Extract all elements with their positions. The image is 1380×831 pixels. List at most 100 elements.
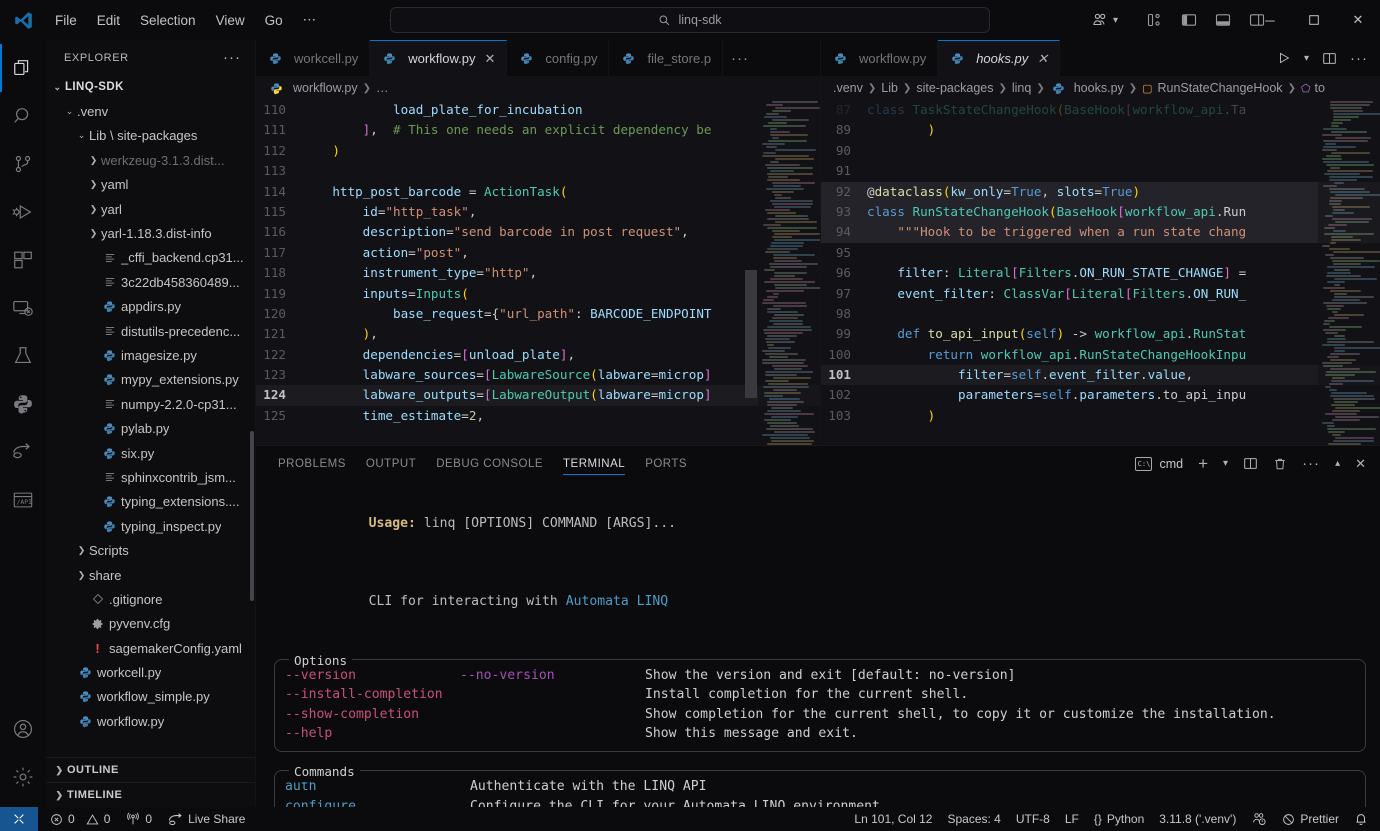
tree-file[interactable]: pyvenv.cfg: [46, 612, 255, 636]
menu-more[interactable]: ⋯: [294, 9, 326, 31]
chevron-down-icon[interactable]: ▾: [1223, 458, 1228, 469]
status-prettier[interactable]: Prettier: [1282, 812, 1339, 826]
tree-file[interactable]: appdirs.py: [46, 295, 255, 319]
activitybar-run-and-debug[interactable]: [0, 188, 46, 236]
tree-folder[interactable]: ⌄.venv: [46, 99, 255, 123]
code-editor-right[interactable]: 87class TaskStateChangeHook(BaseHook[wor…: [821, 100, 1380, 445]
chevron-right-icon[interactable]: ❯: [86, 204, 101, 215]
editor-tab[interactable]: workcell.py: [256, 40, 370, 76]
status-interpreter[interactable]: 3.11.8 ('.venv'): [1159, 812, 1236, 826]
tree-folder[interactable]: ❯werkzeug-3.1.3.dist...: [46, 148, 255, 172]
tree-file[interactable]: numpy-2.2.0-cp31...: [46, 392, 255, 416]
toggle-panel-icon[interactable]: [1215, 12, 1231, 28]
status-encoding[interactable]: UTF-8: [1016, 812, 1050, 826]
status-notifications[interactable]: [1354, 812, 1368, 826]
tree-folder[interactable]: ❯yarl: [46, 197, 255, 221]
tree-file[interactable]: workcell.py: [46, 660, 255, 684]
tree-folder[interactable]: ❯share: [46, 563, 255, 587]
file-tree[interactable]: ⌄LINQ-SDK⌄.venv⌄Lib \ site-packages❯werk…: [46, 75, 255, 757]
breadcrumb-segment[interactable]: ⬠to: [1301, 81, 1325, 95]
description-link[interactable]: Automata LINQ: [566, 594, 668, 609]
tree-file[interactable]: workflow.py: [46, 709, 255, 733]
run-icon[interactable]: [1277, 51, 1291, 65]
activitybar-python[interactable]: [0, 380, 46, 428]
split-terminal-icon[interactable]: [1243, 456, 1258, 471]
activity-bar[interactable]: /API: [0, 40, 46, 807]
tree-file[interactable]: imagesize.py: [46, 343, 255, 367]
activitybar-extensions[interactable]: [0, 236, 46, 284]
editor-tab[interactable]: workflow.py: [821, 40, 938, 76]
editor-tab[interactable]: file_store.p: [609, 40, 723, 76]
tree-file[interactable]: .gitignore: [46, 587, 255, 611]
panel-tab-bar[interactable]: PROBLEMSOUTPUTDEBUG CONSOLETERMINALPORTS…: [256, 446, 1380, 481]
editor-scrollbar-left[interactable]: [745, 270, 757, 398]
tree-folder[interactable]: ❯yarl-1.18.3.dist-info: [46, 221, 255, 245]
ellipsis-icon[interactable]: ···: [223, 49, 241, 66]
close-icon[interactable]: ✕: [485, 51, 496, 67]
breadcrumb-segment[interactable]: Lib: [881, 81, 898, 95]
panel-actions[interactable]: C:\ cmd + ▾ ··· ▴ ✕: [1135, 454, 1380, 474]
chevron-right-icon[interactable]: ❯: [74, 545, 89, 556]
status-problems[interactable]: 0 0: [50, 812, 110, 826]
panel-tab[interactable]: TERMINAL: [553, 450, 635, 477]
status-language[interactable]: {} Python: [1094, 812, 1144, 826]
editor-tab[interactable]: workflow.py✕: [370, 40, 507, 76]
toggle-primary-sidebar-icon[interactable]: [1181, 12, 1197, 28]
panel-tab[interactable]: PROBLEMS: [268, 450, 356, 477]
editor-tab[interactable]: hooks.py✕: [938, 40, 1060, 76]
panel-tab[interactable]: OUTPUT: [356, 450, 426, 477]
tree-file[interactable]: sphinxcontrib_jsm...: [46, 465, 255, 489]
status-ports[interactable]: 0: [126, 812, 152, 826]
activitybar-explorer[interactable]: [0, 44, 46, 92]
command-center[interactable]: linq-sdk: [390, 7, 990, 33]
minimap-right[interactable]: [1318, 100, 1380, 445]
tree-file[interactable]: workflow_simple.py: [46, 685, 255, 709]
layout-controls[interactable]: [1147, 12, 1265, 28]
terminal-output[interactable]: Usage: linq [OPTIONS] COMMAND [ARGS]... …: [256, 481, 1380, 807]
breadcrumb-segment[interactable]: linq: [1012, 81, 1031, 95]
menu-edit[interactable]: Edit: [88, 10, 129, 31]
breadcrumb-right[interactable]: .venv❯Lib❯site-packages❯linq❯hooks.py❯▢ …: [821, 76, 1380, 100]
tree-file[interactable]: distutils-precedenc...: [46, 319, 255, 343]
activitybar-api[interactable]: /API: [0, 476, 46, 524]
window-controls[interactable]: ─ ✕: [1248, 0, 1380, 40]
panel-tab[interactable]: PORTS: [635, 450, 697, 477]
breadcrumb-segment[interactable]: .venv: [833, 81, 863, 95]
tabs-more-icon[interactable]: ···: [723, 40, 757, 76]
customize-layout-icon[interactable]: [1147, 12, 1163, 28]
close-icon[interactable]: ✕: [1037, 51, 1048, 67]
remote-window-indicator[interactable]: [0, 807, 38, 831]
ellipsis-icon[interactable]: ···: [1350, 50, 1368, 67]
status-cursor-position[interactable]: Ln 101, Col 12: [854, 812, 932, 826]
menu-go[interactable]: Go: [256, 10, 292, 31]
code-editor-left[interactable]: 110 load_plate_for_incubation111 ], # Th…: [256, 100, 820, 445]
activitybar-testing[interactable]: [0, 332, 46, 380]
chevron-down-icon[interactable]: ⌄: [50, 82, 65, 93]
tree-file[interactable]: six.py: [46, 441, 255, 465]
tree-file[interactable]: 3c22db458360489...: [46, 270, 255, 294]
chevron-down-icon[interactable]: ⌄: [74, 130, 89, 141]
breadcrumb-left[interactable]: workflow.py ❯ …: [256, 76, 820, 100]
menu-bar[interactable]: File Edit Selection View Go ⋯: [46, 9, 325, 31]
breadcrumb-segment[interactable]: hooks.py: [1050, 81, 1124, 95]
editor-actions-right[interactable]: ▾ ···: [1277, 40, 1380, 76]
status-accounts-icon[interactable]: [1251, 811, 1267, 827]
menu-file[interactable]: File: [46, 10, 86, 31]
minimap-left[interactable]: [758, 100, 820, 445]
tree-file[interactable]: mypy_extensions.py: [46, 368, 255, 392]
status-live-share[interactable]: Live Share: [168, 812, 245, 827]
chevron-right-icon[interactable]: ❯: [86, 155, 101, 166]
breadcrumb-file[interactable]: workflow.py: [293, 81, 358, 95]
sidebar-section-outline[interactable]: ❯ OUTLINE: [46, 757, 255, 782]
maximize-button[interactable]: [1292, 0, 1336, 40]
tree-folder[interactable]: ⌄LINQ-SDK: [46, 75, 255, 99]
accounts-chip[interactable]: ▾: [1091, 11, 1118, 29]
menu-selection[interactable]: Selection: [131, 10, 205, 31]
chevron-right-icon[interactable]: ❯: [86, 228, 101, 239]
breadcrumb-segment[interactable]: ▢ RunStateChangeHook: [1142, 81, 1282, 95]
tree-folder[interactable]: ❯yaml: [46, 173, 255, 197]
ellipsis-icon[interactable]: ···: [1302, 455, 1320, 472]
activitybar-manage-gear[interactable]: [0, 753, 46, 801]
terminal-selector[interactable]: C:\ cmd: [1135, 457, 1183, 471]
chevron-down-icon[interactable]: ⌄: [62, 106, 77, 117]
